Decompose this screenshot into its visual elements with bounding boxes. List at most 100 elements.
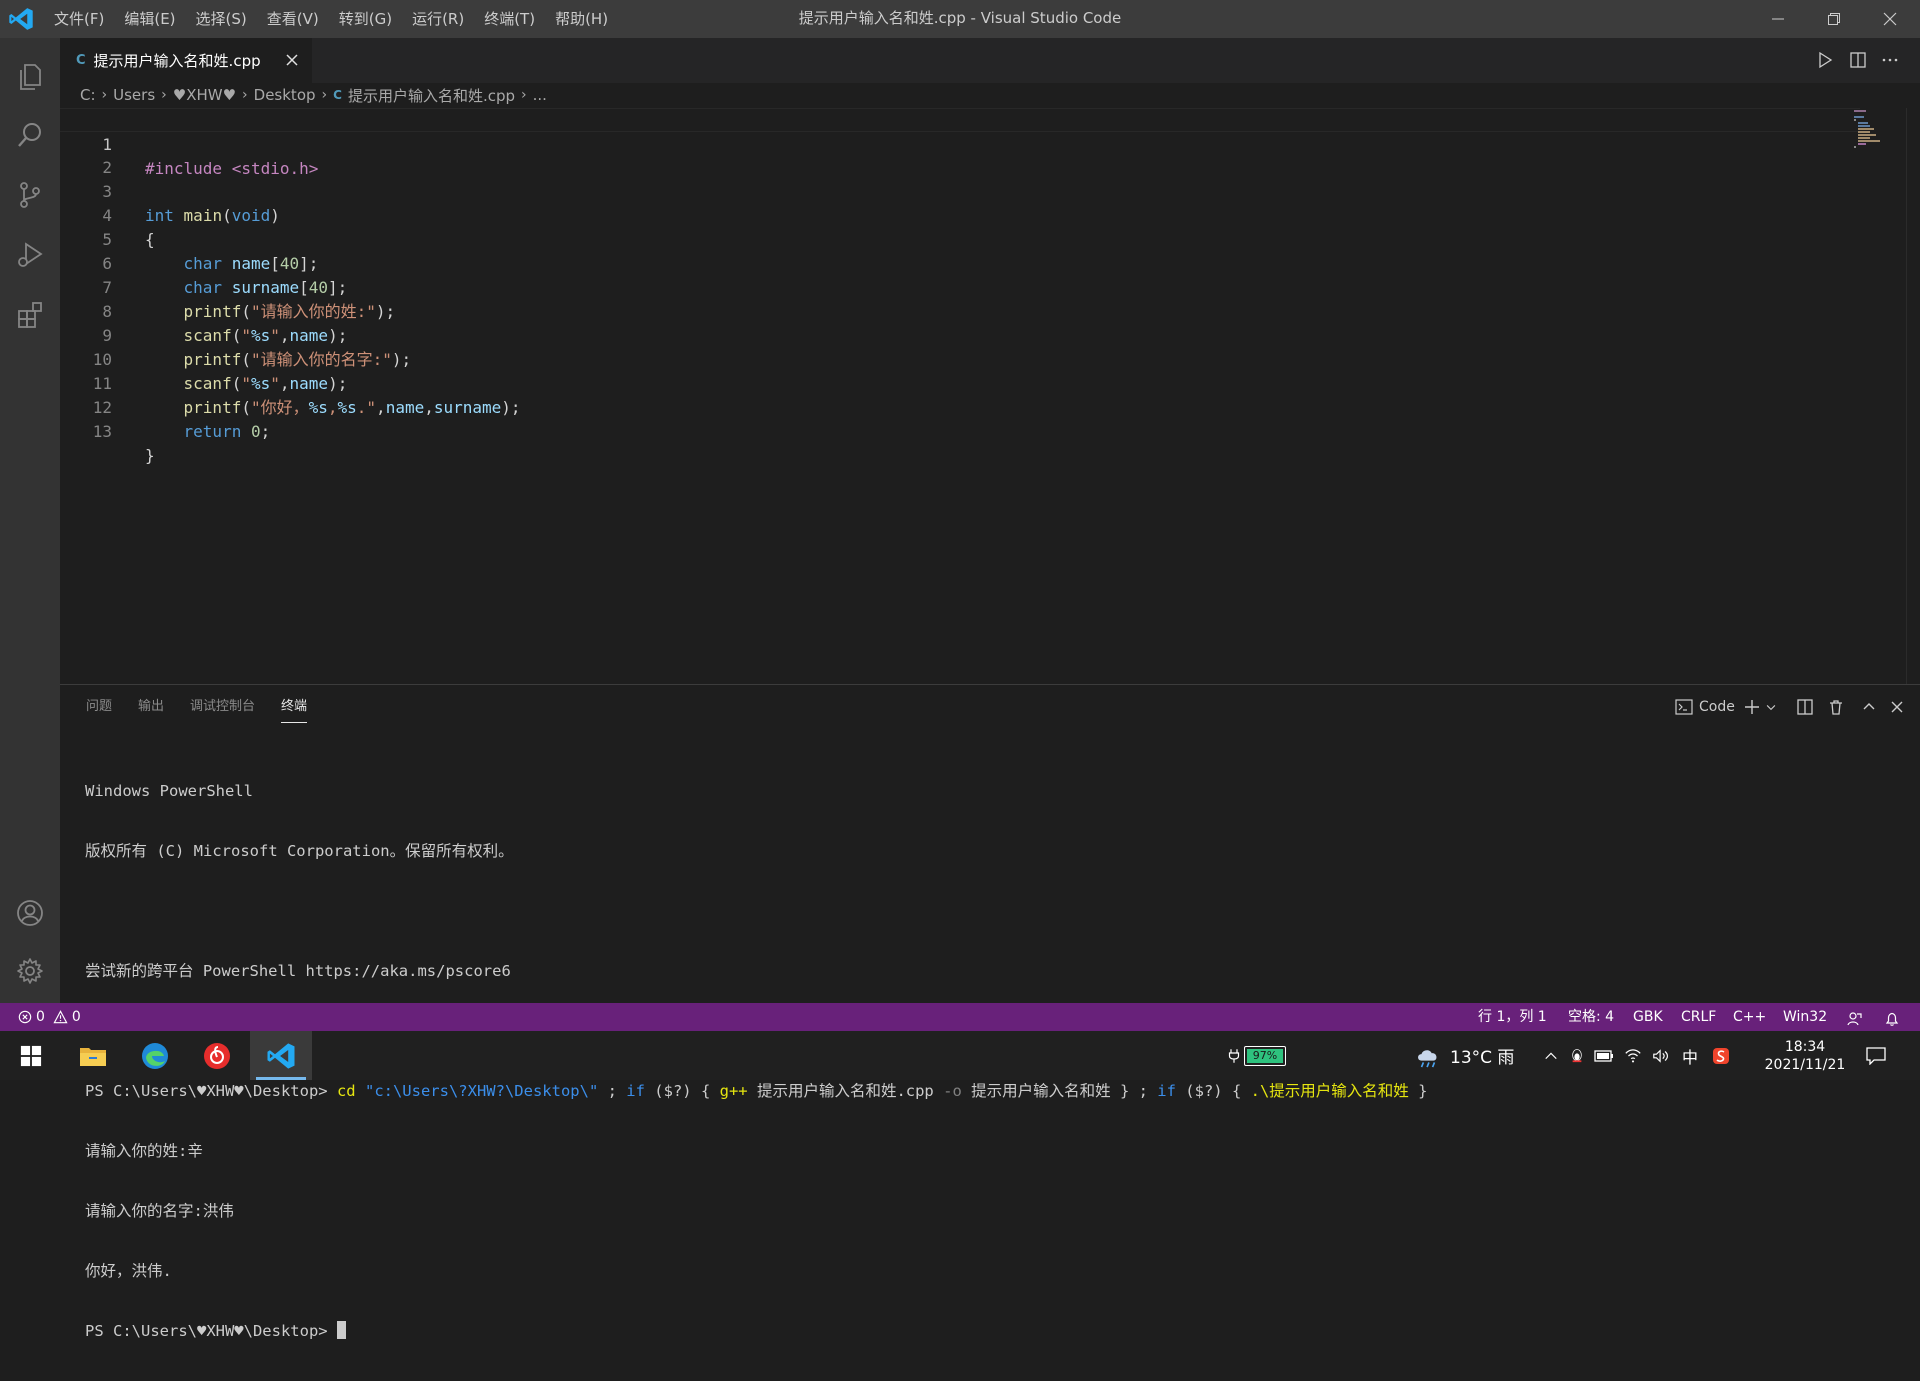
code-line[interactable]: 13 } [60, 396, 1860, 465]
battery-icon[interactable] [1594, 1049, 1614, 1063]
ime-indicator[interactable]: 中 [1682, 1044, 1698, 1068]
code-line[interactable]: 10 scanf("%s",name); [60, 324, 1860, 393]
maximize-panel-button[interactable] [1857, 695, 1881, 719]
tab-output[interactable]: 输出 [138, 685, 164, 729]
settings-gear-icon [17, 958, 43, 984]
run-code-button[interactable] [1811, 46, 1839, 74]
code-line[interactable]: 1 #include <stdio.h> [60, 108, 1860, 178]
breadcrumb-more[interactable]: ... [533, 86, 547, 104]
tab-debug-console[interactable]: 调试控制台 [190, 685, 255, 729]
code-line[interactable]: 9 printf("请输入你的名字:"); [60, 300, 1860, 369]
chevron-down-icon [1766, 705, 1776, 711]
restore-button[interactable] [1806, 0, 1862, 38]
taskbar-netease-music[interactable] [186, 1031, 248, 1080]
language-status[interactable]: C++ [1733, 1003, 1766, 1031]
menu-view[interactable]: 查看(V) [257, 0, 329, 38]
encoding-status[interactable]: GBK [1633, 1003, 1663, 1031]
windows-start-icon [20, 1045, 42, 1066]
terminal-token: if [626, 1082, 645, 1100]
code-line[interactable]: 2 [60, 132, 1860, 177]
terminal-dropdown-button[interactable] [1764, 695, 1778, 719]
battery-indicator[interactable]: 97% [1228, 1031, 1286, 1080]
weather-widget[interactable]: 13°C 雨 [1414, 1031, 1514, 1080]
terminal-prompt: PS C:\Users\♥XHW♥\Desktop> [85, 1322, 337, 1340]
sogou-input-icon[interactable] [1712, 1047, 1730, 1065]
code-line[interactable]: 5 char name[40]; [60, 204, 1860, 273]
qq-penguin-icon[interactable] [1570, 1048, 1584, 1064]
clock[interactable]: 18:34 2021/11/21 [1764, 1031, 1846, 1080]
split-terminal-button[interactable] [1793, 695, 1817, 719]
terminal-token: ($?) { [644, 1082, 720, 1100]
menu-help[interactable]: 帮助(H) [545, 0, 618, 38]
platform-status[interactable]: Win32 [1783, 1003, 1827, 1031]
terminal-name: Code [1699, 699, 1735, 715]
terminal-prompt-line[interactable]: PS C:\Users\♥XHW♥\Desktop> [85, 1321, 1427, 1341]
search-icon [18, 123, 41, 147]
menu-run[interactable]: 运行(R) [402, 0, 474, 38]
code-line[interactable]: 12 return 0; [60, 372, 1860, 441]
tab-active-file[interactable]: C 提示用户输入名和姓.cpp [60, 38, 312, 83]
kill-terminal-button[interactable] [1824, 695, 1848, 719]
more-actions-button[interactable] [1876, 46, 1904, 74]
menu-go[interactable]: 转到(G) [329, 0, 402, 38]
tab-close-button[interactable] [280, 48, 304, 72]
breadcrumb-item[interactable]: Desktop [254, 86, 316, 104]
menu-selection[interactable]: 选择(S) [186, 0, 257, 38]
code-editor[interactable]: 1 #include <stdio.h> 2 3 int main(void) … [60, 108, 1920, 684]
editor-scrollbar[interactable] [1906, 108, 1920, 684]
extensions-button[interactable] [0, 286, 60, 344]
run-debug-button[interactable] [0, 226, 60, 284]
code-line[interactable]: 8 scanf("%s",name); [60, 276, 1860, 345]
feedback-icon [1847, 1012, 1862, 1026]
cpp-file-icon: C [333, 88, 342, 102]
taskbar-edge[interactable] [124, 1031, 186, 1080]
vscode-icon [267, 1042, 295, 1069]
indentation-status[interactable]: 空格: 4 [1568, 1003, 1614, 1031]
breadcrumb-item[interactable]: Users [113, 86, 155, 104]
extensions-icon [18, 302, 42, 328]
taskbar-vscode[interactable] [250, 1031, 312, 1080]
code-line[interactable]: 11 printf("你好，%s,%s.",name,surname); [60, 348, 1860, 417]
manage-button[interactable] [0, 942, 60, 1000]
code-line[interactable]: 3 int main(void) [60, 156, 1860, 225]
problems-status[interactable]: 0 0 [18, 1003, 81, 1031]
menu-edit[interactable]: 编辑(E) [114, 0, 185, 38]
panel-tabs: 问题 输出 调试控制台 终端 [60, 685, 333, 729]
menu-file[interactable]: 文件(F) [44, 0, 114, 38]
eol-status[interactable]: CRLF [1681, 1003, 1716, 1031]
split-editor-button[interactable] [1844, 46, 1872, 74]
start-button[interactable] [0, 1031, 62, 1080]
close-window-button[interactable] [1862, 0, 1918, 38]
explorer-button[interactable] [0, 48, 60, 106]
minimap[interactable] [1850, 108, 1900, 168]
terminal-line: 请输入你的姓:辛 [85, 1142, 203, 1160]
code-line[interactable]: 7 printf("请输入你的姓:"); [60, 252, 1860, 321]
cursor-position[interactable]: 行 1，列 1 [1478, 1003, 1547, 1031]
battery-percent: 97% [1247, 1048, 1283, 1063]
source-control-button[interactable] [0, 166, 60, 224]
tab-terminal[interactable]: 终端 [281, 685, 308, 729]
editor-tab-bar: C 提示用户输入名和姓.cpp [60, 38, 1920, 83]
accounts-button[interactable] [0, 884, 60, 942]
code-line[interactable]: 6 char surname[40]; [60, 228, 1860, 297]
menu-terminal[interactable]: 终端(T) [474, 0, 545, 38]
breadcrumb-file[interactable]: 提示用户输入名和姓.cpp [348, 85, 515, 106]
code-line[interactable]: 4 { [60, 180, 1860, 249]
minimize-button[interactable] [1750, 0, 1806, 38]
close-panel-button[interactable] [1885, 695, 1909, 719]
breadcrumb-item[interactable]: ♥XHW♥ [173, 86, 236, 104]
notification-center-icon [1866, 1046, 1886, 1065]
action-center-button[interactable] [1866, 1031, 1886, 1080]
ellipsis-icon [1882, 58, 1898, 62]
chevron-right-icon: › [161, 87, 167, 103]
tab-problems[interactable]: 问题 [86, 685, 112, 729]
new-terminal-button[interactable] [1742, 695, 1762, 719]
chevron-up-icon[interactable] [1544, 1049, 1558, 1063]
search-button[interactable] [0, 106, 60, 164]
volume-icon[interactable] [1652, 1048, 1670, 1064]
terminal-selector[interactable]: Code [1675, 695, 1735, 719]
breadcrumb-item[interactable]: C: [80, 86, 96, 104]
taskbar-file-explorer[interactable] [62, 1031, 124, 1080]
terminal-prompt: PS C:\Users\♥XHW♥\Desktop> [85, 1082, 337, 1100]
wifi-icon[interactable] [1624, 1048, 1642, 1064]
